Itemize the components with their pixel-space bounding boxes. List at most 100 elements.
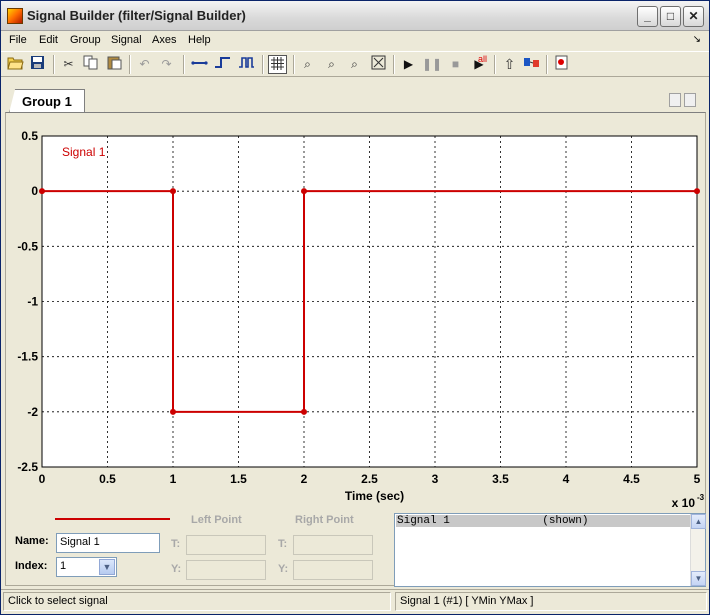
play-all-icon[interactable]: ▶ all [468,54,490,74]
x-tick-label: 0.5 [99,472,116,486]
x-tick-label: 3.5 [492,472,509,486]
minimize-button[interactable]: _ [637,6,658,27]
status-bar: Click to select signal Signal 1 (#1) [ Y… [1,589,709,613]
x-tick-label: 4.5 [623,472,640,486]
constant-icon[interactable] [190,55,209,74]
tab-scroll-right-button[interactable] [684,93,696,107]
left-point-label: Left Point [191,514,242,526]
signal-index-value: 1 [60,560,67,572]
menu-axes[interactable]: Axes [152,34,176,46]
menu-file[interactable]: File [9,34,27,46]
redo-icon[interactable]: ↷ [157,55,176,74]
status-message: Click to select signal [3,592,391,611]
x-tick-label: 4 [563,472,570,486]
menu-edit[interactable]: Edit [39,34,58,46]
signal-list-scrollbar[interactable]: ▲ ▼ [690,514,706,586]
toolbar-separator [546,55,548,74]
zoom-y-icon[interactable]: ⌕ [345,55,364,74]
signal-point[interactable] [694,188,700,195]
signal-builder-window: Signal Builder (filter/Signal Builder) _… [0,0,710,615]
pulse-icon[interactable] [237,55,256,74]
signal-point[interactable] [170,408,176,415]
menu-help[interactable]: Help [188,34,211,46]
cut-icon[interactable]: ✂ [59,55,78,74]
toolbar-separator [262,55,264,74]
zoom-xy-icon[interactable]: ⌕ [298,55,317,74]
group-tab-strip: Group 1 [1,85,709,113]
y-tick-label: 0.5 [21,129,38,143]
signal-point[interactable] [301,188,307,195]
toolbar: ✂ ↶ ↷ ⌕ ⌕ ⌕ ▶ ❚❚ ■ ▶ all ⇧ [1,51,709,77]
pause-icon[interactable]: ❚❚ [422,55,442,74]
undo-icon[interactable]: ↶ [135,55,154,74]
toolbar-separator [393,55,395,74]
right-y-label: Y: [278,563,289,575]
help-icon[interactable] [552,55,571,74]
up-icon[interactable]: ⇧ [500,55,519,74]
title-bar[interactable]: Signal Builder (filter/Signal Builder) _… [1,1,709,31]
paste-icon[interactable] [105,55,124,74]
chevron-down-icon[interactable]: ▼ [99,559,115,575]
y-tick-label: -0.5 [17,239,38,253]
x-tick-label: 1 [170,472,177,486]
y-tick-label: -1 [27,295,38,309]
zoom-x-icon[interactable]: ⌕ [322,55,341,74]
model-icon[interactable] [522,55,541,74]
toolbar-separator [129,55,131,74]
toolbar-separator [494,55,496,74]
signal-list-item[interactable]: Signal 1 (shown) [396,515,690,527]
y-tick-label: -1.5 [17,350,38,364]
stop-icon[interactable]: ■ [446,55,465,74]
toolbar-separator [293,55,295,74]
signal-legend-line [55,518,170,520]
menu-group[interactable]: Group [70,34,101,46]
name-label: Name: [15,535,49,547]
signal-axes[interactable]: 0 0.5 1 1.5 2 2.5 3 3.5 4 4.5 5 0.5 0 -0.5 -1 -1.5 -2 -2.… [6,113,705,510]
left-y-label: Y: [171,563,182,575]
x-tick-label: 5 [694,472,701,486]
toolbar-separator [53,55,55,74]
open-icon[interactable] [6,55,25,74]
x-tick-label: 1.5 [230,472,247,486]
maximize-button[interactable]: □ [660,6,681,27]
play-all-label: all [478,54,488,64]
play-icon[interactable]: ▶ [399,55,418,74]
y-tick-label: -2.5 [17,460,38,474]
right-point-t-field[interactable] [293,535,373,555]
menu-bar: File Edit Group Signal Axes Help ↘ [1,32,709,50]
right-point-y-field[interactable] [293,560,373,580]
matlab-app-icon [7,8,23,24]
x-tick-label: 3 [432,472,439,486]
close-button[interactable]: ✕ [683,6,704,27]
menu-signal[interactable]: Signal [111,34,142,46]
index-label: Index: [15,560,48,572]
tab-scroll-left-button[interactable] [669,93,681,107]
left-point-t-field[interactable] [186,535,266,555]
tab-group-1[interactable]: Group 1 [9,89,85,113]
x-axis-multiplier: x 10 [672,496,696,507]
signal-properties: Left Point Right Point Name: Signal 1 T:… [5,507,706,589]
save-icon[interactable] [28,55,47,74]
signal-index-select[interactable]: 1 ▼ [56,557,117,577]
grid-icon[interactable] [268,55,287,74]
toolbar-separator [183,55,185,74]
y-tick-label: -2 [27,405,38,419]
status-signal-info: Signal 1 (#1) [ YMin YMax ] [395,592,707,611]
scroll-up-icon[interactable]: ▲ [691,514,706,529]
signal-name-field[interactable]: Signal 1 [56,533,160,553]
scroll-down-icon[interactable]: ▼ [691,571,706,586]
x-tick-label: 2.5 [361,472,378,486]
x-tick-label: 0 [39,472,46,486]
step-icon[interactable] [213,55,232,74]
copy-icon[interactable] [81,55,100,74]
fit-icon[interactable] [369,55,388,74]
signal-point[interactable] [170,188,176,195]
y-tick-label: 0 [31,184,38,198]
signal-point[interactable] [39,188,45,195]
signal-list[interactable]: Signal 1 (shown) ▲ ▼ [394,513,706,587]
menu-overflow-icon[interactable]: ↘ [693,34,701,45]
right-t-label: T: [278,538,288,550]
left-point-y-field[interactable] [186,560,266,580]
signal-point[interactable] [301,408,307,415]
window-title: Signal Builder (filter/Signal Builder) [27,8,246,23]
